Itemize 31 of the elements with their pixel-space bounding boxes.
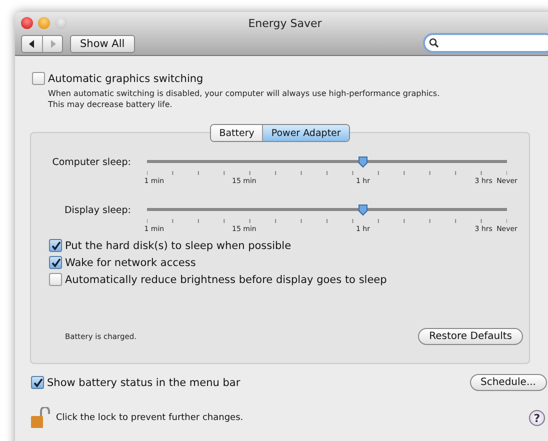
checkbox-label[interactable]: Wake for network access [65,256,196,268]
checkbox-label[interactable]: Automatically reduce brightness before display goes to sleep [65,274,387,286]
search-field[interactable] [423,33,548,53]
slider-label: Display sleep: [63,204,131,218]
restore-defaults-button[interactable]: Restore Defaults [418,328,523,345]
checkbox[interactable] [49,239,62,252]
search-icon [429,38,439,48]
help-button[interactable]: ? [529,410,545,426]
checkbox-label[interactable]: Show battery status in the menu bar [47,376,240,388]
show-all-button[interactable]: Show All [70,35,135,53]
schedule-button[interactable]: Schedule... [470,374,547,391]
minimize-button[interactable] [38,17,50,29]
tab[interactable]: Power Adapter [262,125,349,141]
tab[interactable]: Battery [211,125,262,141]
slider-label: Computer sleep: [51,156,131,170]
description-text: When automatic switching is disabled, your computer will always use high-performance graphics. This may decrease battery life. [48,88,441,110]
checkbox-label[interactable]: Put the hard disk(s) to sleep when possible [65,240,292,252]
slider-thumb[interactable] [358,204,368,216]
window-title: Energy Saver [248,17,322,30]
lock-text: Click the lock to prevent further changes. [56,413,244,423]
checkbox-label[interactable]: Automatic graphics switching [48,72,204,84]
checkbox[interactable] [49,256,62,269]
checkbox[interactable] [31,376,44,389]
forward-arrow-icon [48,40,56,48]
navigation-control[interactable] [21,35,63,53]
checkbox[interactable] [32,72,45,85]
close-button[interactable] [21,17,33,29]
padlock-icon[interactable] [30,407,50,429]
slider-thumb[interactable] [358,156,368,168]
back-arrow-icon [28,40,36,48]
checkbox[interactable] [49,273,62,286]
